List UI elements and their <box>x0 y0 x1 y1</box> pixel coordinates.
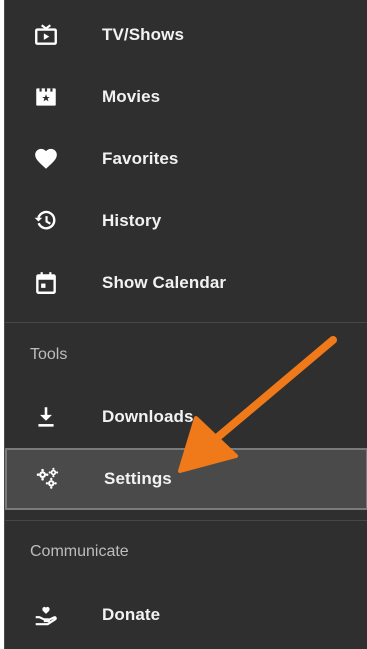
menu-item-label: Settings <box>104 469 172 488</box>
menu-item-donate[interactable]: Donate <box>5 584 367 646</box>
heart-icon <box>32 145 60 173</box>
donate-hand-heart-icon <box>32 601 60 629</box>
tv-play-icon <box>32 21 60 49</box>
settings-gears-icon <box>34 465 62 493</box>
menu-item-label: Movies <box>102 87 161 106</box>
menu-item-history[interactable]: History <box>5 190 367 252</box>
menu-item-label: TV/Shows <box>102 25 185 44</box>
menu-item-label: Donate <box>102 605 161 624</box>
menu-item-tv-shows[interactable]: TV/Shows <box>5 4 367 66</box>
section-divider <box>5 322 367 323</box>
menu-item-favorites[interactable]: Favorites <box>5 128 367 190</box>
menu-item-show-calendar[interactable]: Show Calendar <box>5 252 367 314</box>
history-clock-icon <box>32 207 60 235</box>
download-icon <box>32 403 60 431</box>
section-divider <box>5 520 367 521</box>
navigation-drawer: TV/Shows Movies Favorites History Show C… <box>4 0 367 649</box>
menu-item-movies[interactable]: Movies <box>5 66 367 128</box>
menu-item-downloads[interactable]: Downloads <box>5 386 367 448</box>
section-title-tools: Tools <box>30 346 68 363</box>
movie-film-icon <box>32 83 60 111</box>
section-title-communicate: Communicate <box>30 543 129 560</box>
menu-item-label: Favorites <box>102 149 179 168</box>
menu-item-label: History <box>102 211 162 230</box>
menu-item-label: Show Calendar <box>102 273 227 292</box>
calendar-icon <box>32 269 60 297</box>
menu-item-settings[interactable]: Settings <box>5 448 367 510</box>
page: TV/Shows Movies Favorites History Show C… <box>0 0 367 649</box>
menu-item-label: Downloads <box>102 407 194 426</box>
